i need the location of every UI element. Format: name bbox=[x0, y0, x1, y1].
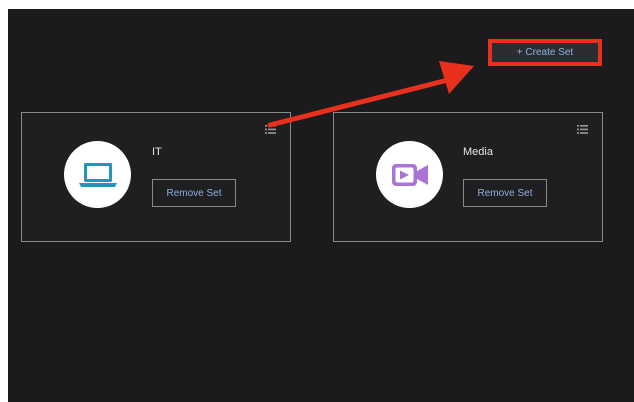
remove-set-button[interactable]: Remove Set bbox=[463, 179, 547, 207]
create-set-button[interactable]: + Create Set bbox=[488, 39, 602, 66]
set-title: Media bbox=[463, 146, 493, 158]
set-card-media: Media Remove Set bbox=[333, 112, 603, 242]
set-avatar bbox=[64, 141, 131, 208]
remove-set-label: Remove Set bbox=[166, 187, 222, 199]
laptop-icon bbox=[78, 162, 117, 187]
set-card-it: IT Remove Set bbox=[21, 112, 291, 242]
app-screen: + Create Set IT Remove Set Media Remove … bbox=[8, 9, 634, 402]
list-menu-icon[interactable] bbox=[265, 125, 276, 134]
set-avatar bbox=[376, 141, 443, 208]
create-set-label: + Create Set bbox=[516, 47, 574, 58]
remove-set-label: Remove Set bbox=[477, 187, 533, 199]
remove-set-button[interactable]: Remove Set bbox=[152, 179, 236, 207]
set-title: IT bbox=[152, 146, 162, 158]
list-menu-icon[interactable] bbox=[577, 125, 588, 134]
video-camera-icon bbox=[391, 163, 428, 186]
